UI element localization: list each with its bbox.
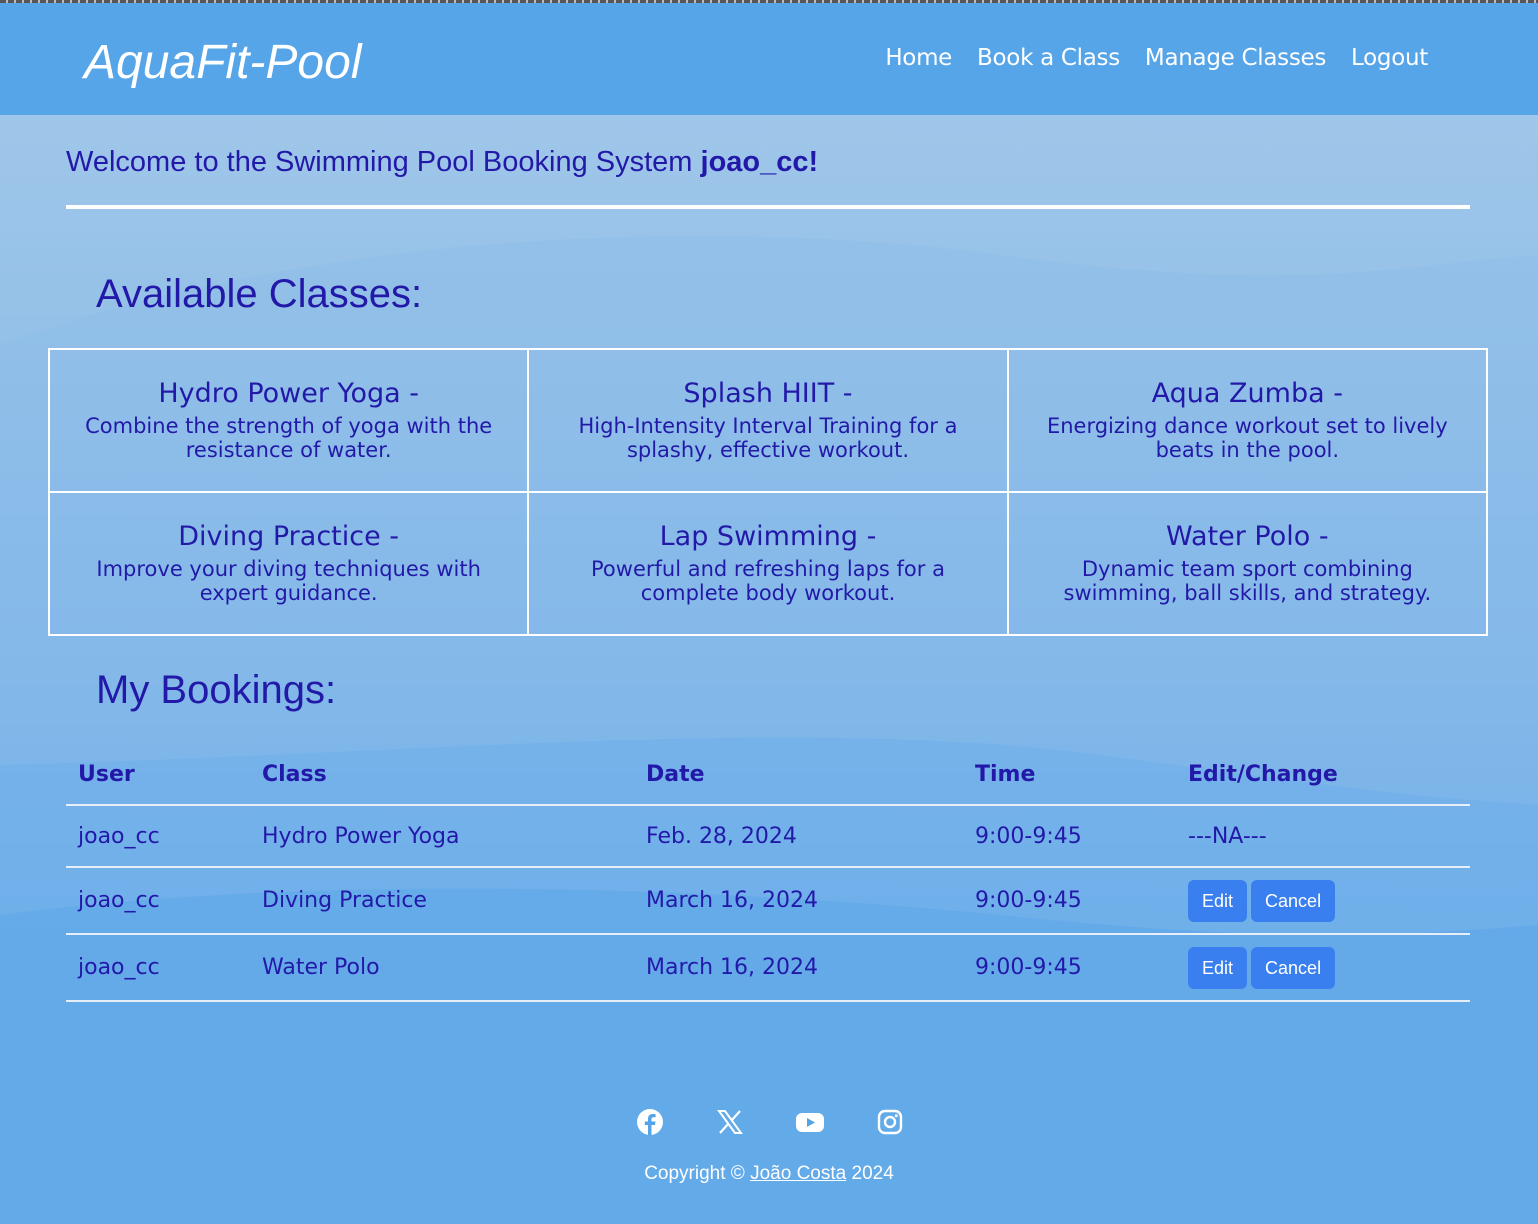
nav-manage-classes[interactable]: Manage Classes <box>1145 45 1326 71</box>
cell-time: 9:00-9:45 <box>963 934 1176 1002</box>
cell-time: 9:00-9:45 <box>963 805 1176 868</box>
cancel-button[interactable]: Cancel <box>1251 946 1336 989</box>
my-bookings-title: My Bookings: <box>96 668 337 712</box>
cell-time: 9:00-9:45 <box>963 867 1176 935</box>
class-desc: Improve your diving techniques with expe… <box>96 557 481 605</box>
welcome-message: Welcome to the Swimming Pool Booking Sys… <box>66 146 818 179</box>
copyright-prefix: Copyright © <box>644 1163 745 1184</box>
col-header-time: Time <box>963 744 1176 806</box>
class-card-hydro-power-yoga[interactable]: Hydro Power Yoga - Combine the strength … <box>49 349 529 492</box>
class-card-splash-hiit[interactable]: Splash HIIT - High-Intensity Interval Tr… <box>528 349 1008 492</box>
class-card-water-polo[interactable]: Water Polo - Dynamic team sport combinin… <box>1007 492 1487 635</box>
table-row: joao_cc Water Polo March 16, 2024 9:00-9… <box>66 934 1470 1002</box>
instagram-icon[interactable] <box>874 1106 906 1138</box>
available-classes-title: Available Classes: <box>96 272 423 316</box>
class-desc: Combine the strength of yoga with the re… <box>85 414 493 462</box>
cell-user: joao_cc <box>66 805 250 868</box>
class-name: Aqua Zumba - <box>1151 378 1343 409</box>
facebook-icon[interactable] <box>634 1106 666 1138</box>
cell-date: March 16, 2024 <box>634 867 963 935</box>
cell-actions: Edit Cancel <box>1176 867 1470 935</box>
main-nav: Home Book a Class Manage Classes Logout <box>885 45 1428 71</box>
cell-date: Feb. 28, 2024 <box>634 805 963 868</box>
cell-na: ---NA--- <box>1176 805 1470 868</box>
col-header-user: User <box>66 744 250 806</box>
divider <box>66 205 1470 209</box>
cell-user: joao_cc <box>66 934 250 1002</box>
class-desc: Powerful and refreshing laps for a compl… <box>591 557 945 605</box>
edit-button[interactable]: Edit <box>1188 879 1248 922</box>
copyright: Copyright © João Costa 2024 <box>0 1163 1538 1185</box>
class-card-lap-swimming[interactable]: Lap Swimming - Powerful and refreshing l… <box>528 492 1008 635</box>
class-name: Splash HIIT - <box>683 378 853 409</box>
class-name: Hydro Power Yoga - <box>158 378 419 409</box>
nav-logout[interactable]: Logout <box>1351 45 1428 71</box>
col-header-date: Date <box>634 744 963 806</box>
class-card-diving-practice[interactable]: Diving Practice - Improve your diving te… <box>49 492 529 635</box>
cancel-button[interactable]: Cancel <box>1251 879 1336 922</box>
class-desc: Dynamic team sport combining swimming, b… <box>1063 557 1432 605</box>
nav-home[interactable]: Home <box>885 45 952 71</box>
youtube-icon[interactable] <box>794 1106 826 1138</box>
x-icon[interactable] <box>714 1106 746 1138</box>
table-header-row: User Class Date Time Edit/Change <box>66 744 1470 806</box>
class-card-aqua-zumba[interactable]: Aqua Zumba - Energizing dance workout se… <box>1007 349 1487 492</box>
cell-class: Hydro Power Yoga <box>250 805 634 868</box>
author-link[interactable]: João Costa <box>750 1163 846 1184</box>
col-header-class: Class <box>250 744 634 806</box>
table-row: joao_cc Hydro Power Yoga Feb. 28, 2024 9… <box>66 805 1470 868</box>
cell-user: joao_cc <box>66 867 250 935</box>
welcome-text: Welcome to the Swimming Pool Booking Sys… <box>66 146 693 178</box>
copyright-year: 2024 <box>851 1163 894 1184</box>
col-header-edit-change: Edit/Change <box>1176 744 1470 806</box>
welcome-username: joao_cc! <box>700 146 819 178</box>
social-links <box>634 1106 906 1138</box>
class-name: Diving Practice - <box>178 521 400 552</box>
top-navbar: AquaFit-Pool Home Book a Class Manage Cl… <box>0 3 1538 115</box>
classes-grid: Hydro Power Yoga - Combine the strength … <box>48 348 1488 636</box>
edit-button[interactable]: Edit <box>1188 946 1248 989</box>
class-desc: High-Intensity Interval Training for a s… <box>578 414 958 462</box>
bookings-table: User Class Date Time Edit/Change joao_cc… <box>66 744 1470 1002</box>
class-desc: Energizing dance workout set to lively b… <box>1046 414 1448 462</box>
nav-book-class[interactable]: Book a Class <box>977 45 1120 71</box>
cell-class: Diving Practice <box>250 867 634 935</box>
cell-class: Water Polo <box>250 934 634 1002</box>
cell-date: March 16, 2024 <box>634 934 963 1002</box>
class-name: Lap Swimming - <box>659 521 877 552</box>
table-row: joao_cc Diving Practice March 16, 2024 9… <box>66 867 1470 935</box>
cell-actions: Edit Cancel <box>1176 934 1470 1002</box>
class-name: Water Polo - <box>1166 521 1329 552</box>
brand-logo[interactable]: AquaFit-Pool <box>84 35 361 90</box>
